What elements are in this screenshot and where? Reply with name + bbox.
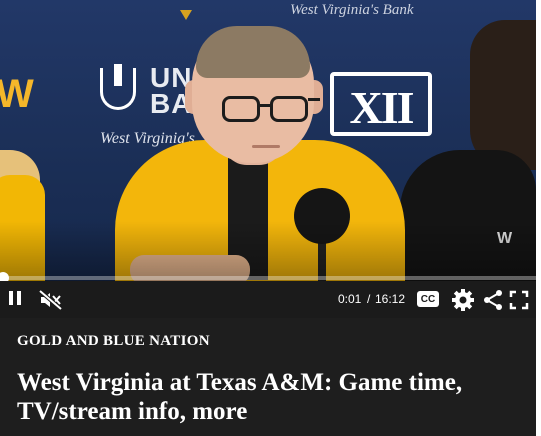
pause-icon <box>7 290 23 310</box>
time-separator: / <box>367 292 371 306</box>
fullscreen-icon <box>509 290 529 310</box>
glasses-lens-right <box>270 96 308 122</box>
muted-speaker-icon <box>39 290 63 310</box>
pause-button[interactable] <box>6 290 24 310</box>
settings-button[interactable] <box>450 287 476 313</box>
backdrop-logo <box>180 10 192 20</box>
seek-bar[interactable] <box>0 272 536 281</box>
duration: 16:12 <box>375 292 406 306</box>
bank-logo-mark <box>100 64 136 110</box>
coach-mouth <box>252 145 280 148</box>
player-right-hair <box>470 20 536 170</box>
closed-captions-button[interactable]: CC <box>417 291 439 307</box>
page-edge <box>536 0 541 436</box>
share-icon <box>484 290 502 310</box>
current-time: 0:01 <box>338 292 362 306</box>
closed-captions-icon: CC <box>420 293 436 305</box>
coach-hair <box>196 26 310 78</box>
article-kicker[interactable]: GOLD AND BLUE NATION <box>17 333 210 350</box>
mute-button[interactable] <box>38 289 64 311</box>
wv-backdrop-logo: W <box>0 72 34 116</box>
gear-icon <box>452 289 474 311</box>
player-controls: 0:01 / 16:12 CC <box>0 281 536 318</box>
glasses-temple <box>308 98 320 101</box>
video-player[interactable]: West Virginia's Bank W UNITED BANK West … <box>0 0 536 281</box>
article-headline[interactable]: West Virginia at Texas A&M: Game time, T… <box>17 368 517 426</box>
conference-logo: XII <box>330 72 432 136</box>
fullscreen-button[interactable] <box>508 289 530 311</box>
glasses-bridge <box>258 104 272 107</box>
seek-handle[interactable] <box>0 272 9 281</box>
backdrop-banner-top: West Virginia's Bank <box>290 2 414 18</box>
share-button[interactable] <box>481 288 505 312</box>
glasses-lens-left <box>222 96 260 122</box>
video-shade <box>0 221 536 281</box>
